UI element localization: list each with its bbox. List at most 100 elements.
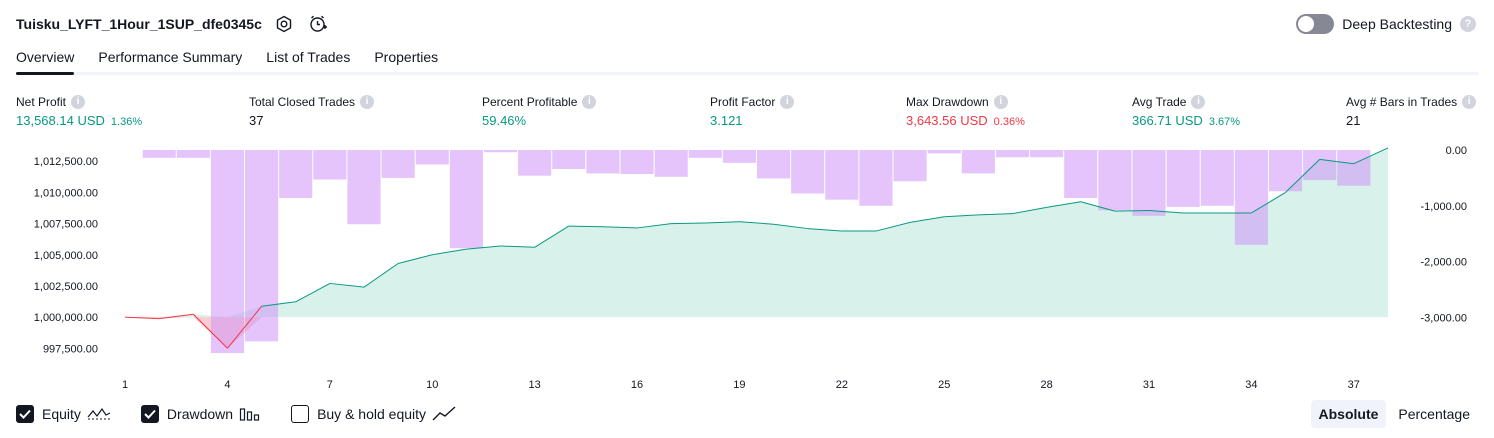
y-left-tick-label: 1,012,500.00 [34,156,98,168]
strategy-header: Tuisku_LYFT_1Hour_1SUP_dfe0345c [16,12,330,36]
metric-label: Percent Profitable [482,94,578,109]
drawdown-bar [893,150,927,182]
drawdown-bar [1030,150,1064,158]
metric-avg-bars: Avg # Bars in Trades i 21 [1346,93,1477,129]
y-left-tick-label: 1,005,000.00 [34,250,98,262]
y-right-tick-label: -2,000.00 [1421,257,1467,269]
x-tick-label: 28 [1040,379,1052,391]
metric-value: 366.71 USD [1132,113,1203,128]
gear-icon[interactable] [272,12,296,36]
report-tabs: Overview Performance Summary List of Tra… [16,45,1478,75]
y-left-tick-label: 997,500.00 [43,343,98,355]
metric-value: 59.46% [482,113,527,128]
info-icon[interactable]: i [360,94,375,109]
drawdown-bar [654,150,688,177]
metric-net-profit: Net Profit i 13,568.14 USD 1.36% [16,93,142,129]
x-tick-label: 22 [836,379,848,391]
legend-buy-hold-label: Buy & hold equity [317,406,427,422]
equity-drawdown-chart[interactable]: 1,012,500.00 1,010,000.00 1,007,500.00 1,00… [0,140,1494,395]
add-alert-icon[interactable] [306,12,330,36]
legend-drawdown[interactable]: Drawdown [140,405,261,423]
drawdown-bar [722,150,756,163]
drawdown-bar [279,150,313,198]
drawdown-bar [1098,150,1132,211]
strategy-title: Tuisku_LYFT_1Hour_1SUP_dfe0345c [16,16,262,32]
drawdown-bar [688,150,722,158]
buy-hold-checkbox[interactable] [291,405,310,423]
drawdown-bar [483,150,518,153]
toggle-knob [1298,16,1315,32]
percentage-button[interactable]: Percentage [1390,400,1478,428]
tab-overview[interactable]: Overview [16,45,75,75]
metric-total-closed-trades: Total Closed Trades i 37 [249,93,375,129]
drawdown-bar [518,150,552,176]
metric-value: 3,643.56 USD [906,113,988,128]
metric-value: 3.121 [710,113,743,128]
drawdown-bar [825,150,859,200]
drawdown-bar [449,150,483,249]
drawdown-bar [176,150,210,158]
legend-buy-hold[interactable]: Buy & hold equity [291,405,456,423]
metric-percent: 1.36% [110,116,143,128]
x-tick-label: 13 [529,379,541,391]
deep-backtesting-label: Deep Backtesting [1342,16,1452,32]
metric-label: Max Drawdown [906,94,989,109]
drawdown-bar [1337,150,1371,186]
equity-line-segment [671,222,706,225]
drawdown-bar [245,150,279,342]
metric-profit-factor: Profit Factor i 3.121 [710,93,795,129]
drawdown-bar [859,150,893,206]
x-tick-label: 25 [938,379,950,391]
drawdown-bar [586,150,620,174]
drawdown-bar [1064,150,1098,198]
metric-label: Total Closed Trades [249,94,356,109]
absolute-button[interactable]: Absolute [1310,400,1387,428]
drawdown-bar [757,150,791,179]
drawdown-bar [1234,150,1268,245]
help-icon[interactable]: ? [1460,16,1476,32]
chart-legend: Equity Drawdown Buy & hold equity [16,403,486,425]
drawdown-bar [1268,150,1303,192]
info-icon[interactable]: i [1191,94,1206,109]
display-mode-switch: Absolute Percentage [1310,400,1479,428]
info-icon[interactable]: i [582,94,597,109]
tab-properties[interactable]: Properties [374,45,438,72]
x-tick-label: 31 [1143,379,1155,391]
x-tick-label: 10 [426,379,438,391]
info-icon[interactable]: i [1462,94,1477,109]
equity-line-icon [87,406,111,422]
y-left-tick-label: 1,000,000.00 [34,312,98,324]
deep-backtesting-toggle[interactable] [1296,14,1335,34]
drawdown-bar [347,150,381,225]
trend-line-icon [432,406,456,422]
legend-equity[interactable]: Equity [16,405,111,423]
metric-label: Avg Trade [1132,94,1187,109]
metric-label: Profit Factor [710,94,776,109]
equity-checkbox[interactable] [16,405,34,423]
x-tick-label: 19 [733,379,745,391]
drawdown-bar [961,150,995,174]
equity-line-segment [568,225,603,228]
bars-icon [239,406,261,422]
metric-label: Net Profit [16,94,67,109]
info-icon[interactable]: i [780,94,795,109]
info-icon[interactable]: i [71,94,86,109]
drawdown-bar [791,150,825,194]
info-icon[interactable]: i [993,94,1008,109]
tab-performance-summary[interactable]: Performance Summary [98,45,242,72]
drawdown-bar [1200,150,1234,206]
y-right-tick-label: 0.00 [1446,145,1467,157]
metric-percent: 3.67% [1208,116,1241,128]
drawdown-bar [620,150,654,174]
deep-backtesting: Deep Backtesting ? [1296,12,1476,36]
equity-negative-area [125,317,1388,349]
y-left-tick-label: 1,010,000.00 [34,187,98,199]
metric-value: 21 [1346,113,1361,128]
x-tick-label: 16 [631,379,643,391]
tab-list-of-trades[interactable]: List of Trades [266,45,350,72]
metric-max-drawdown: Max Drawdown i 3,643.56 USD 0.36% [906,93,1025,129]
equity-line-segment [1114,209,1150,212]
legend-equity-label: Equity [42,406,81,422]
x-tick-label: 4 [224,379,230,391]
drawdown-checkbox[interactable] [140,405,159,423]
